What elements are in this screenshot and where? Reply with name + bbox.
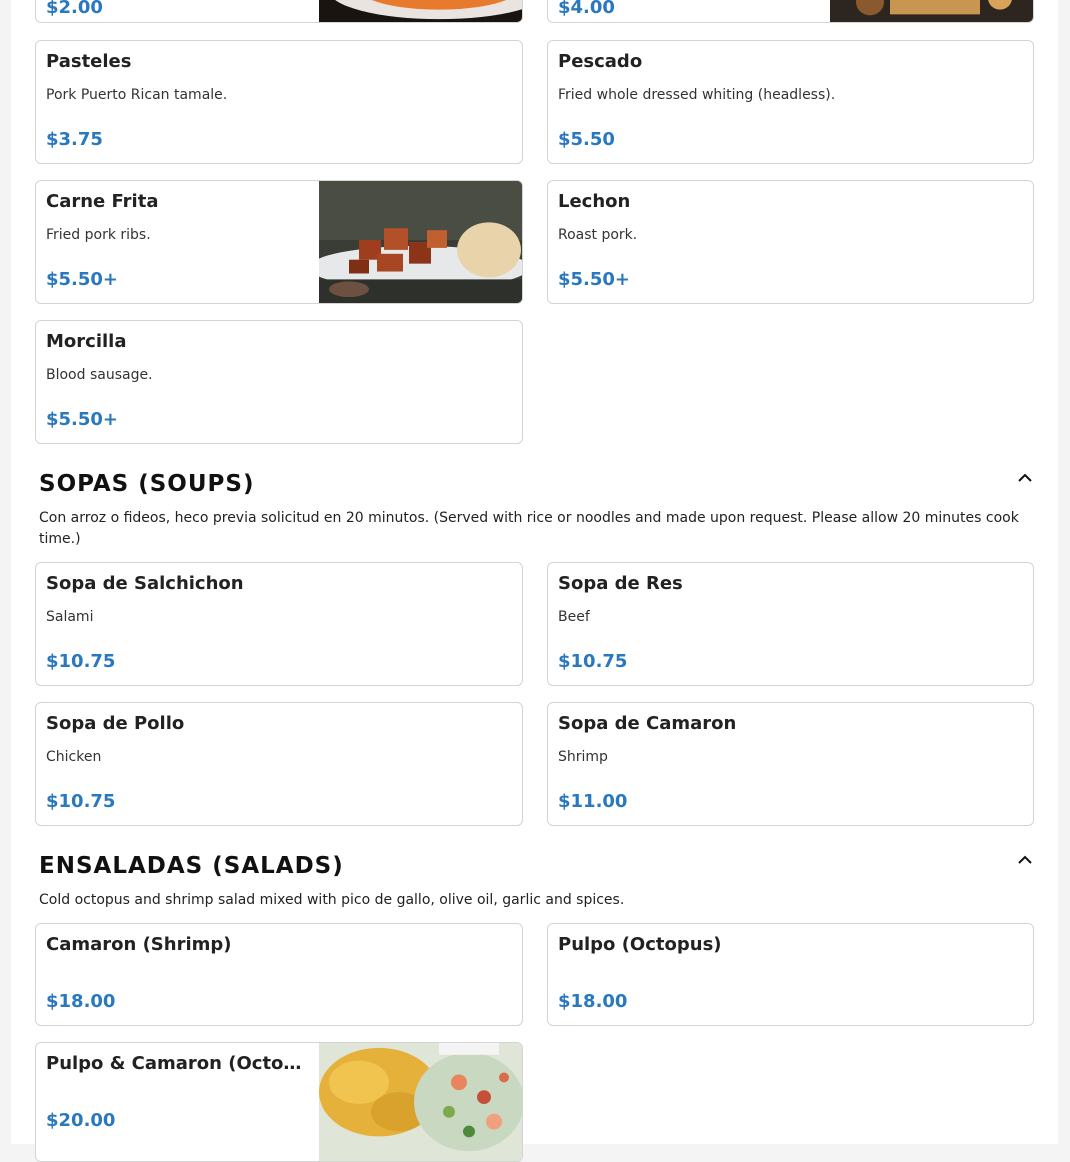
menu-item-card[interactable]: Sopa de Pollo Chicken $10.75 [35, 702, 523, 826]
menu-item-card[interactable]: Pasteles Pork Puerto Rican tamale. $3.75 [35, 40, 523, 164]
item-description: Shrimp [558, 749, 608, 765]
item-name: Sopa de Res [558, 573, 683, 594]
menu-item-card[interactable]: Lechon Roast pork. $5.50+ [547, 180, 1034, 304]
item-name: Pulpo & Camaron (Octopu… [46, 1053, 308, 1074]
section-title-salads: ENSALADAS (SALADS) [39, 853, 344, 879]
menu-item-card[interactable]: Morcilla Blood sausage. $5.50+ [35, 320, 523, 444]
item-description: Pork Puerto Rican tamale. [46, 87, 228, 103]
item-price: $5.50+ [46, 269, 119, 290]
item-price: $5.50+ [46, 409, 119, 430]
food-photo [319, 0, 522, 22]
menu-item-card-partial[interactable]: $4.00 [547, 0, 1034, 23]
item-price: $2.00 [46, 0, 103, 18]
item-price: $5.50 [558, 129, 615, 150]
item-price: $10.75 [46, 651, 116, 672]
item-description: Salami [46, 609, 94, 625]
chevron-up-icon[interactable] [1015, 468, 1035, 488]
item-price: $10.75 [558, 651, 628, 672]
item-name: Lechon [558, 191, 631, 212]
item-price: $10.75 [46, 791, 116, 812]
item-name: Pasteles [46, 51, 132, 72]
menu-item-card[interactable]: Sopa de Camaron Shrimp $11.00 [547, 702, 1034, 826]
item-price: $4.00 [558, 0, 615, 18]
item-price: $3.75 [46, 129, 103, 150]
item-description: Roast pork. [558, 227, 638, 243]
food-photo [830, 0, 1033, 22]
item-price: $5.50+ [558, 269, 631, 290]
section-description-salads: Cold octopus and shrimp salad mixed with… [39, 892, 625, 908]
item-name: Sopa de Camaron [558, 713, 737, 734]
item-price: $20.00 [46, 1110, 116, 1131]
item-name: Pescado [558, 51, 643, 72]
item-price: $11.00 [558, 791, 628, 812]
item-name: Pulpo (Octopus) [558, 934, 722, 955]
chevron-up-icon[interactable] [1015, 850, 1035, 870]
item-name: Carne Frita [46, 191, 159, 212]
item-description: Chicken [46, 749, 102, 765]
menu-item-card[interactable]: Camaron (Shrimp) $18.00 [35, 923, 523, 1026]
item-description: Beef [558, 609, 590, 625]
seafood-salad-photo [319, 1043, 522, 1161]
item-name: Morcilla [46, 331, 127, 352]
menu-item-card[interactable]: Sopa de Salchichon Salami $10.75 [35, 562, 523, 686]
item-name: Sopa de Pollo [46, 713, 185, 734]
item-price: $18.00 [558, 991, 628, 1012]
item-name: Sopa de Salchichon [46, 573, 244, 594]
menu-item-card[interactable]: Pulpo & Camaron (Octopu… $20.00 [35, 1042, 523, 1162]
section-title-soups: SOPAS (SOUPS) [39, 471, 255, 497]
fried-pork-ribs-photo [319, 181, 522, 303]
menu-item-card[interactable]: Pulpo (Octopus) $18.00 [547, 923, 1034, 1026]
menu-item-card[interactable]: Sopa de Res Beef $10.75 [547, 562, 1034, 686]
item-price: $18.00 [46, 991, 116, 1012]
menu-item-card-partial[interactable]: $2.00 [35, 0, 523, 23]
item-description: Fried whole dressed whiting (headless). [558, 87, 836, 103]
section-description-soups: Con arroz o fideos, heco previa solicitu… [39, 510, 1019, 547]
item-description: Blood sausage. [46, 367, 153, 383]
item-name: Camaron (Shrimp) [46, 934, 232, 955]
menu-item-card[interactable]: Carne Frita Fried pork ribs. $5.50+ [35, 180, 523, 304]
menu-item-card[interactable]: Pescado Fried whole dressed whiting (hea… [547, 40, 1034, 164]
